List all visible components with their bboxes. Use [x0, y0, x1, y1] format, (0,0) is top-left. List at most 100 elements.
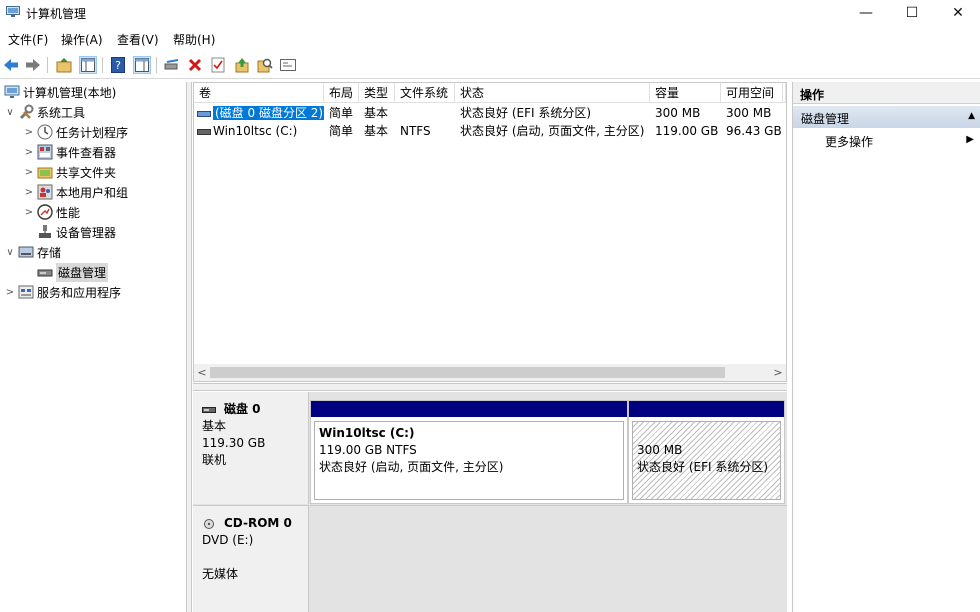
type-cell: 基本: [364, 106, 389, 120]
center-pane-splitter[interactable]: [193, 383, 787, 391]
actions-pane: 操作 磁盘管理 ▲ 更多操作 ▶: [792, 82, 980, 612]
disk-0-label[interactable]: 磁盘 0 基本 119.30 GB 联机: [193, 392, 309, 504]
layout-cell: 简单: [329, 106, 354, 120]
tree-item-performance[interactable]: > 性能: [23, 202, 80, 222]
column-header-filesystem[interactable]: 文件系统: [395, 83, 455, 103]
event-viewer-icon: [37, 144, 53, 160]
minimize-button[interactable]: —: [843, 0, 889, 26]
volume-cell: Win10ltsc (C:): [194, 122, 324, 140]
properties-pane-icon[interactable]: [133, 56, 151, 74]
toolbar-separator: [156, 57, 157, 73]
help-icon[interactable]: ?: [109, 56, 127, 74]
more-actions-item[interactable]: 更多操作: [825, 133, 873, 150]
actions-header: 操作: [793, 82, 980, 104]
collapse-arrow-icon[interactable]: ∨: [4, 107, 16, 118]
tree-label: 任务计划程序: [56, 125, 129, 140]
tree-item-local-users[interactable]: > 本地用户和组: [23, 182, 128, 202]
submenu-arrow-icon[interactable]: ▶: [966, 134, 974, 145]
tree-label: 事件查看器: [56, 145, 117, 160]
tree-item-shared-folders[interactable]: > 共享文件夹: [23, 162, 116, 182]
cd-drive-icon: [204, 518, 214, 529]
collapse-arrow-icon[interactable]: ∨: [4, 247, 16, 258]
actions-section-disk-management[interactable]: 磁盘管理 ▲: [793, 106, 980, 128]
scroll-right-button[interactable]: >: [770, 364, 786, 381]
expand-arrow-icon[interactable]: >: [4, 287, 16, 298]
type-cell: 基本: [364, 124, 389, 138]
expand-arrow-icon[interactable]: >: [23, 127, 35, 138]
column-header-capacity[interactable]: 容量: [650, 83, 721, 103]
layout-cell: 简单: [329, 124, 354, 138]
table-row[interactable]: Win10ltsc (C:) 简单 基本 NTFS 状态良好 (启动, 页面文件…: [194, 122, 786, 140]
console-icon[interactable]: [279, 56, 297, 74]
column-header-status[interactable]: 状态: [455, 83, 650, 103]
volume-cell: (磁盘 0 磁盘分区 2): [194, 104, 324, 122]
up-folder-icon[interactable]: [55, 56, 73, 74]
expand-arrow-icon[interactable]: >: [23, 187, 35, 198]
tree-item-services-apps[interactable]: > 服务和应用程序: [4, 282, 121, 302]
device-manager-icon: [39, 225, 51, 238]
scroll-left-button[interactable]: <: [194, 364, 210, 381]
column-header-type[interactable]: 类型: [359, 83, 395, 103]
left-pane-splitter[interactable]: [187, 82, 192, 612]
forward-icon[interactable]: [24, 56, 42, 74]
tree-item-storage[interactable]: ∨ 存储: [4, 242, 61, 262]
check-icon[interactable]: [209, 56, 227, 74]
close-button[interactable]: ✕: [935, 0, 980, 26]
disk-title: CD-ROM 0: [202, 515, 308, 532]
column-header-layout[interactable]: 布局: [324, 83, 359, 103]
partition-size: 300 MB: [637, 443, 683, 457]
table-row[interactable]: (磁盘 0 磁盘分区 2) 简单 基本 状态良好 (EFI 系统分区) 300 …: [194, 104, 786, 122]
column-header-volume[interactable]: 卷: [194, 83, 324, 103]
menu-action[interactable]: 操作(A): [61, 31, 103, 48]
delete-icon[interactable]: [186, 56, 204, 74]
tree-label: 设备管理器: [56, 225, 117, 240]
expand-arrow-icon[interactable]: >: [23, 167, 35, 178]
column-header-free-space[interactable]: 可用空间: [721, 83, 783, 103]
tree-item-system-tools[interactable]: ∨ 系统工具: [4, 102, 85, 122]
hard-disk-icon: [202, 406, 216, 413]
disk-size: [202, 549, 308, 566]
primary-partition-bar: [629, 401, 784, 417]
connect-icon[interactable]: [163, 56, 181, 74]
back-icon[interactable]: [2, 56, 20, 74]
volume-list-header: 卷 布局 类型 文件系统 状态 容量 可用空间: [194, 83, 786, 103]
tree-item-task-scheduler[interactable]: > 任务计划程序: [23, 122, 128, 142]
maximize-button[interactable]: ☐: [889, 0, 935, 26]
status-cell: 状态良好 (EFI 系统分区): [460, 106, 592, 120]
storage-icon: [18, 246, 34, 258]
menu-view[interactable]: 查看(V): [117, 31, 159, 48]
scrollbar-thumb[interactable]: [210, 367, 725, 378]
partition-name: [637, 425, 776, 442]
volume-icon: [197, 110, 211, 117]
search-icon[interactable]: [256, 56, 274, 74]
tree-label: 计算机管理(本地): [23, 85, 117, 100]
horizontal-scrollbar[interactable]: < >: [194, 364, 786, 381]
disk-management-icon: [37, 269, 53, 277]
show-hide-tree-icon[interactable]: [79, 56, 97, 74]
volume-list: 卷 布局 类型 文件系统 状态 容量 可用空间 (磁盘 0 磁盘分区 2) 简单…: [193, 82, 787, 382]
tree-item-device-manager[interactable]: 设备管理器: [23, 222, 116, 242]
partition-status: 状态良好 (EFI 系统分区): [637, 460, 769, 474]
local-users-icon: [37, 184, 53, 200]
performance-icon: [37, 204, 53, 220]
status-cell: 状态良好 (启动, 页面文件, 主分区): [460, 124, 645, 138]
import-icon[interactable]: [233, 56, 251, 74]
toolbar-separator: [102, 57, 103, 73]
disk-title: 磁盘 0: [202, 401, 308, 418]
cdrom-0-label[interactable]: CD-ROM 0 DVD (E:) 无媒体: [193, 505, 309, 612]
tree-label: 磁盘管理: [56, 262, 109, 282]
expand-arrow-icon[interactable]: >: [23, 207, 35, 218]
filesystem-cell: NTFS: [400, 124, 431, 138]
tree-item-disk-management[interactable]: 磁盘管理: [23, 262, 109, 282]
actions-section-title: 磁盘管理: [801, 112, 850, 126]
menu-file[interactable]: 文件(F): [8, 31, 48, 48]
tree-item-computer-management[interactable]: 计算机管理(本地): [2, 82, 116, 102]
partition-c[interactable]: Win10ltsc (C:) 119.00 GB NTFS 状态良好 (启动, …: [310, 400, 628, 504]
expand-arrow-icon[interactable]: >: [23, 147, 35, 158]
column-header-more[interactable]: [783, 83, 786, 103]
partition-efi[interactable]: 300 MB 状态良好 (EFI 系统分区): [628, 400, 785, 504]
toolbar: ?: [0, 51, 980, 79]
tree-item-event-viewer[interactable]: > 事件查看器: [23, 142, 116, 162]
collapse-up-icon[interactable]: ▲: [968, 111, 975, 121]
menu-help[interactable]: 帮助(H): [173, 31, 215, 48]
